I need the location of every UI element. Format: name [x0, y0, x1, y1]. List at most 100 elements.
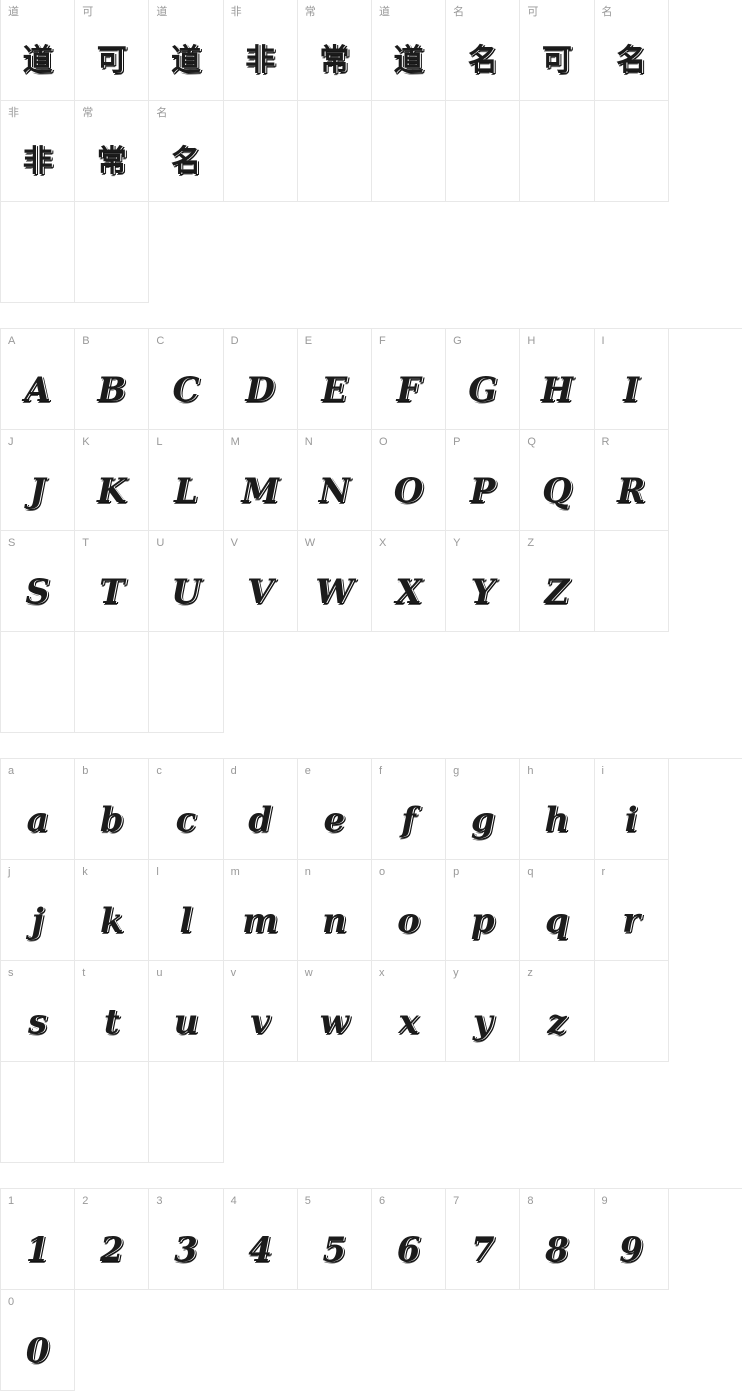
glyph-cell-empty — [149, 1062, 224, 1163]
glyph-label: 4 — [230, 1195, 237, 1207]
glyph-cell[interactable]: LL — [149, 430, 224, 531]
glyph-cell[interactable]: 常常 — [297, 0, 372, 101]
glyph-cell[interactable]: 名名 — [446, 0, 521, 101]
glyph-sample: s — [28, 1002, 48, 1042]
glyph-cell[interactable]: 55 — [297, 1189, 372, 1290]
glyph-cell[interactable]: 44 — [223, 1189, 298, 1290]
glyph-cell[interactable]: XX — [371, 531, 447, 632]
glyph-cell[interactable]: 可可 — [75, 0, 150, 101]
glyph-cell[interactable]: xx — [371, 961, 447, 1062]
glyph-cell[interactable]: BB — [75, 329, 150, 430]
glyph-sample: t — [103, 1002, 120, 1042]
glyph-cell[interactable]: hh — [520, 759, 595, 860]
glyph-cell[interactable]: nn — [297, 860, 372, 961]
glyph-label: 可 — [527, 6, 539, 18]
glyph-cell[interactable]: 88 — [520, 1189, 595, 1290]
glyph-sample — [372, 127, 445, 197]
glyph-cell[interactable]: 可可 — [520, 0, 595, 101]
glyph-cell[interactable]: jj — [1, 860, 76, 961]
glyph-cell[interactable]: ss — [1, 961, 76, 1062]
block-separator — [0, 733, 742, 758]
glyph-cell[interactable]: dd — [223, 759, 298, 860]
glyph-cell[interactable]: II — [594, 329, 669, 430]
glyph-label: B — [82, 335, 90, 347]
glyph-cell[interactable]: QQ — [520, 430, 595, 531]
glyph-cell[interactable]: pp — [446, 860, 521, 961]
glyph-cell[interactable]: 11 — [1, 1189, 76, 1290]
glyph-cell-empty — [1, 632, 76, 733]
glyph-cell[interactable]: 77 — [446, 1189, 521, 1290]
glyph-cell[interactable]: CC — [149, 329, 224, 430]
glyph-cell[interactable]: 00 — [1, 1290, 76, 1391]
glyph-label: D — [230, 335, 239, 347]
glyph-sample: e — [323, 800, 346, 840]
glyph-sample — [75, 1088, 148, 1158]
glyph-cell[interactable]: GG — [446, 329, 521, 430]
glyph-label: 5 — [304, 1195, 311, 1207]
glyph-cell[interactable]: 非非 — [223, 0, 298, 101]
glyph-cell[interactable]: uu — [149, 961, 224, 1062]
glyph-cell[interactable]: YY — [446, 531, 521, 632]
glyph-sample: u — [173, 1002, 199, 1042]
glyph-cell[interactable]: JJ — [1, 430, 76, 531]
glyph-cell[interactable]: ZZ — [520, 531, 595, 632]
glyph-cell[interactable]: rr — [594, 860, 669, 961]
glyph-cell[interactable]: VV — [223, 531, 298, 632]
glyph-cell[interactable]: 66 — [371, 1189, 447, 1290]
glyph-cell[interactable]: DD — [223, 329, 298, 430]
glyph-cell[interactable]: HH — [520, 329, 595, 430]
glyph-cell[interactable]: 22 — [75, 1189, 150, 1290]
glyph-cell[interactable]: FF — [371, 329, 447, 430]
glyph-cell[interactable]: 99 — [594, 1189, 669, 1290]
glyph-label: x — [378, 967, 385, 979]
glyph-cell[interactable]: 名名 — [594, 0, 669, 101]
glyph-label: 0 — [8, 1296, 15, 1308]
glyph-cell[interactable]: tt — [75, 961, 150, 1062]
glyph-label: d — [230, 765, 237, 777]
glyph-cell[interactable]: WW — [297, 531, 372, 632]
glyph-cell[interactable]: bb — [75, 759, 150, 860]
glyph-cell[interactable]: kk — [75, 860, 150, 961]
glyph-sample: 常 — [96, 144, 127, 179]
glyph-cell[interactable]: aa — [1, 759, 76, 860]
glyph-cell[interactable]: 道道 — [1, 0, 76, 101]
glyph-sample: Y — [470, 572, 495, 612]
glyph-label: z — [527, 967, 533, 979]
glyph-cell[interactable]: MM — [223, 430, 298, 531]
glyph-cell[interactable]: cc — [149, 759, 224, 860]
glyph-cell[interactable]: oo — [371, 860, 447, 961]
glyph-cell[interactable]: ee — [297, 759, 372, 860]
glyph-label: c — [156, 765, 162, 777]
glyph-sample: 1 — [25, 1230, 50, 1270]
glyph-cell[interactable]: SS — [1, 531, 76, 632]
glyph-cell[interactable]: RR — [594, 430, 669, 531]
glyph-cell[interactable]: OO — [371, 430, 447, 531]
glyph-cell[interactable]: ww — [297, 961, 372, 1062]
glyph-sample — [1, 658, 74, 728]
glyph-cell[interactable]: mm — [223, 860, 298, 961]
glyph-cell[interactable]: 33 — [149, 1189, 224, 1290]
glyph-cell[interactable]: 常常 — [75, 101, 150, 202]
glyph-label: 6 — [378, 1195, 386, 1207]
glyph-cell[interactable]: KK — [75, 430, 150, 531]
glyph-cell[interactable]: yy — [446, 961, 521, 1062]
glyph-cell[interactable]: zz — [520, 961, 595, 1062]
glyph-cell[interactable]: 道道 — [149, 0, 224, 101]
glyph-cell[interactable]: 非非 — [1, 101, 76, 202]
glyph-cell[interactable]: TT — [75, 531, 150, 632]
glyph-cell[interactable]: 名名 — [149, 101, 224, 202]
glyph-cell[interactable]: 道道 — [371, 0, 447, 101]
glyph-cell[interactable]: AA — [1, 329, 76, 430]
glyph-cell[interactable]: ii — [594, 759, 669, 860]
glyph-cell[interactable]: gg — [446, 759, 521, 860]
glyph-cell[interactable]: ll — [149, 860, 224, 961]
glyph-cell[interactable]: NN — [297, 430, 372, 531]
glyph-cell[interactable]: PP — [446, 430, 521, 531]
glyph-cell[interactable]: EE — [297, 329, 372, 430]
glyph-cell[interactable]: UU — [149, 531, 224, 632]
glyph-cell[interactable]: qq — [520, 860, 595, 961]
glyph-cell[interactable]: vv — [223, 961, 298, 1062]
glyph-sample: 7 — [470, 1230, 495, 1270]
glyph-cell[interactable]: ff — [371, 759, 447, 860]
block-separator — [0, 303, 742, 328]
